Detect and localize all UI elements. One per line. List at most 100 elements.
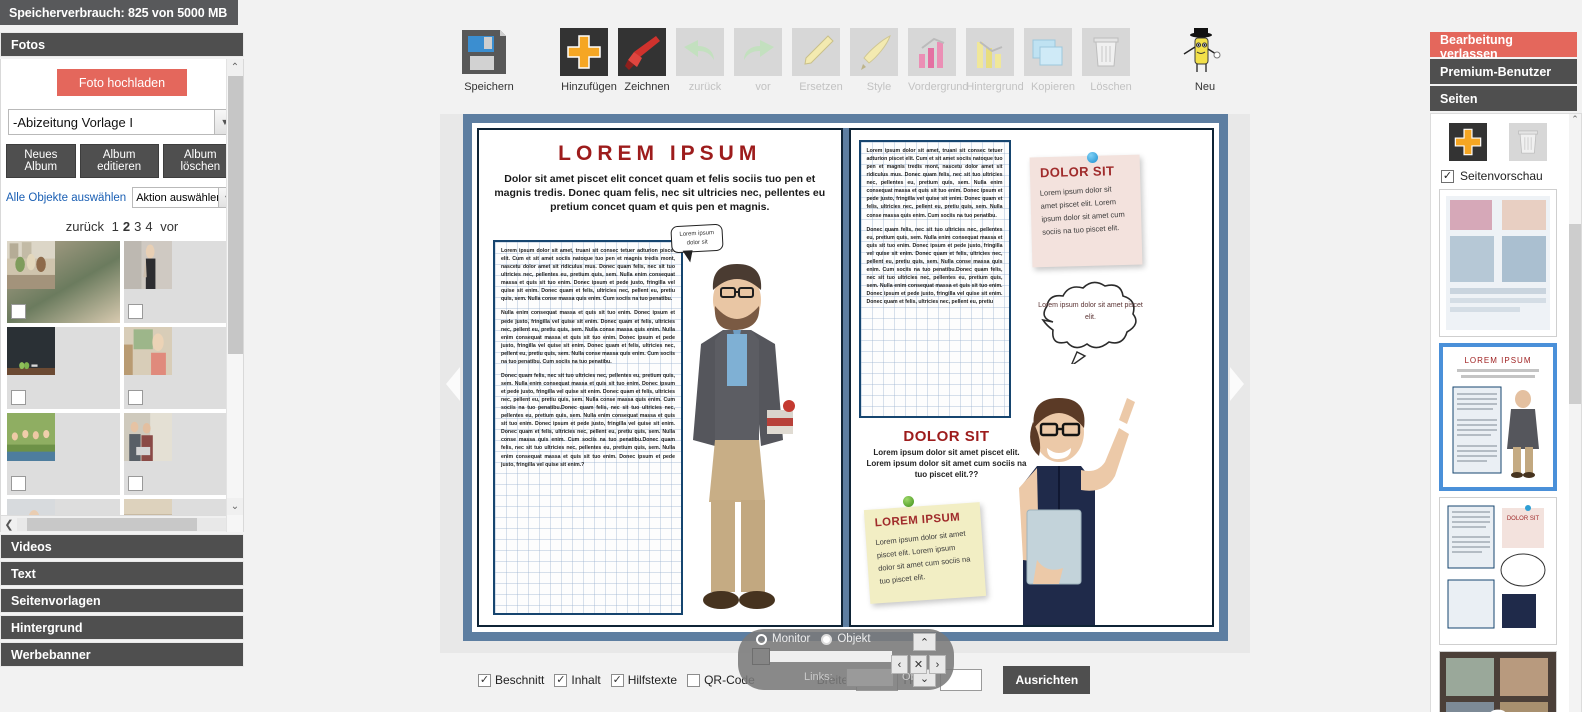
toolbar-button-zurueck[interactable]: zurück	[676, 28, 734, 93]
slider-track[interactable]	[770, 651, 892, 662]
photo-select-checkbox[interactable]	[128, 390, 143, 405]
left-value-field[interactable]	[846, 668, 894, 687]
radio-objekt[interactable]	[821, 633, 833, 645]
checkbox-inhalt[interactable]: ✓ Inhalt	[554, 673, 601, 687]
toolbar-button-ersetzen[interactable]: Ersetzen	[792, 28, 850, 93]
slider-handle[interactable]	[752, 648, 770, 665]
checkbox-beschnitt[interactable]: ✓ Beschnitt	[478, 673, 544, 687]
hscroll-track[interactable]	[17, 517, 227, 531]
photo-grid-horizontal-scrollbar[interactable]: ❮ ❯	[1, 515, 243, 532]
checkbox-inhalt-box[interactable]: ✓	[554, 673, 568, 687]
edit-album-button[interactable]: Album editieren	[79, 144, 159, 178]
nudge-left-button[interactable]: ‹	[891, 655, 908, 674]
toolbar-button-vordergrund[interactable]: Vordergrund	[908, 28, 969, 93]
nudge-center-button[interactable]: ✕	[910, 655, 927, 674]
photo-man-with-books[interactable]	[671, 260, 803, 622]
vscroll-thumb[interactable]	[228, 76, 243, 354]
woman-illustration	[1018, 398, 1135, 625]
photo-select-checkbox[interactable]	[11, 304, 26, 319]
page-thumbnail[interactable]: DOLOR SIT	[1439, 497, 1557, 645]
page-preview-checkbox-box[interactable]: ✓	[1441, 169, 1454, 183]
page-thumbnail[interactable]: 8	[1439, 651, 1557, 712]
pages-scroll-up-icon[interactable]: ⌃	[1569, 114, 1581, 127]
speech-bubble[interactable]: Lorem ipsum dolor sit	[670, 223, 724, 254]
pages-section-header[interactable]: Seiten	[1430, 86, 1577, 111]
canvas-page-right[interactable]: Lorem ipsum dolor sit amet, truani sit c…	[848, 128, 1214, 627]
delete-page-button[interactable]	[1509, 123, 1547, 161]
checkbox-qr-code-box[interactable]	[687, 673, 701, 687]
pager-page-3[interactable]: 3	[134, 219, 141, 234]
pages-vertical-scrollbar[interactable]: ⌃	[1569, 114, 1581, 712]
previous-spread-arrow-icon[interactable]	[446, 366, 460, 401]
pager-prev[interactable]: zurück	[66, 219, 104, 234]
leave-editing-button[interactable]: Bearbeitung verlassen	[1430, 32, 1577, 61]
photo-pager: zurück 1234 vor	[1, 219, 243, 234]
toolbar-button-loeschen[interactable]: Löschen	[1082, 28, 1140, 93]
scroll-down-arrow-icon[interactable]: ⌄	[227, 498, 243, 515]
new-album-button[interactable]: Neues Album	[6, 144, 76, 178]
add-page-button[interactable]	[1449, 123, 1487, 161]
photo-thumbnail[interactable]	[124, 241, 237, 323]
radio-monitor[interactable]	[756, 633, 767, 645]
checkbox-hilfstexte-box[interactable]: ✓	[610, 673, 624, 687]
photo-select-checkbox[interactable]	[11, 476, 26, 491]
toolbar-button-speichern[interactable]: Speichern	[460, 28, 518, 93]
upload-photo-button[interactable]: Foto hochladen	[57, 69, 187, 96]
select-all-objects-link[interactable]: Alle Objekte auswählen	[6, 192, 126, 204]
pink-sticky-note[interactable]: DOLOR SIT Lorem ipsum dolor sit amet pis…	[1029, 154, 1142, 268]
toolbar-button-zeichnen[interactable]: Zeichnen	[618, 28, 676, 93]
sidebar-section-hintergrund[interactable]: Hintergrund	[0, 615, 244, 640]
sidebar-section-werbebanner[interactable]: Werbebanner	[0, 642, 244, 667]
yellow-sticky-note[interactable]: LOREM IPSUM Lorem ipsum dolor sit amet p…	[863, 502, 986, 604]
pager-page-4[interactable]: 4	[145, 219, 152, 234]
checkbox-beschnitt-box[interactable]: ✓	[478, 673, 491, 687]
hscroll-thumb[interactable]	[27, 517, 197, 531]
photo-thumbnail[interactable]	[7, 413, 120, 495]
nudge-right-button[interactable]: ›	[929, 655, 946, 674]
right-page-text-object[interactable]: Lorem ipsum dolor sit amet, truani sit c…	[858, 140, 1011, 418]
page-preview-checkbox[interactable]: ✓ Seitenvorschau	[1431, 161, 1581, 183]
toolbar-button-hintergrund[interactable]: Hintergrund	[966, 28, 1024, 93]
toolbar-button-style[interactable]: Style	[850, 28, 908, 93]
photo-thumbnail[interactable]	[7, 327, 120, 409]
position-overlay-panel[interactable]: Monitor Objekt Links: Oben: ⌃ ⌄ ‹ ✕ ›	[738, 629, 954, 690]
checkbox-hilfstexte[interactable]: ✓ Hilfstexte	[610, 673, 677, 687]
page-spread-inner: LOREM IPSUM Dolor sit amet piscet elit c…	[472, 123, 1219, 632]
photo-select-checkbox[interactable]	[11, 390, 26, 405]
photo-select-checkbox[interactable]	[128, 304, 143, 319]
pager-page-2[interactable]: 2	[123, 219, 130, 234]
sidebar-section-fotos[interactable]: Fotos	[0, 32, 244, 57]
next-spread-arrow-icon[interactable]	[1230, 366, 1244, 401]
action-select[interactable]: Aktion auswählen	[132, 187, 238, 208]
page-thumbnail-selected[interactable]: LOREM IPSUM	[1439, 343, 1557, 491]
sidebar-section-seitenvorlagen[interactable]: Seitenvorlagen	[0, 588, 244, 613]
scroll-up-arrow-icon[interactable]: ⌃	[227, 59, 243, 76]
photo-select-checkbox[interactable]	[128, 476, 143, 491]
editor-canvas[interactable]: LOREM IPSUM Dolor sit amet piscet elit c…	[440, 114, 1250, 653]
premium-user-button[interactable]: Premium-Benutzer	[1430, 59, 1577, 84]
pages-scroll-thumb[interactable]	[1569, 224, 1581, 404]
scroll-left-arrow-icon[interactable]: ❮	[1, 518, 17, 531]
cloud-speech-bubble[interactable]: Lorem ipsum dolor sit amet piscet elit.	[1033, 280, 1149, 364]
photo-thumbnail[interactable]	[7, 241, 120, 323]
canvas-page-left[interactable]: LOREM IPSUM Dolor sit amet piscet elit c…	[477, 128, 843, 627]
toolbar-button-vor[interactable]: vor	[734, 28, 792, 93]
album-select[interactable]: -Abizeitung Vorlage I	[8, 109, 236, 135]
toolbar-button-kopieren[interactable]: Kopieren	[1024, 28, 1082, 93]
page-thumbnail[interactable]	[1439, 189, 1557, 337]
toolbar-button-hinzufuegen[interactable]: Hinzufügen	[560, 28, 618, 93]
align-button[interactable]: Ausrichten	[1003, 666, 1091, 694]
sidebar-section-text[interactable]: Text	[0, 561, 244, 586]
photo-thumbnail[interactable]	[124, 413, 237, 495]
toolbar-button-neu[interactable]: Neu	[1176, 28, 1234, 93]
photo-grid-vertical-scrollbar[interactable]: ⌃ ⌄	[226, 59, 243, 532]
right-page-text-column: Lorem ipsum dolor sit amet, truani sit c…	[867, 147, 1003, 306]
photo-woman-pointing[interactable]	[997, 392, 1151, 625]
pager-page-1[interactable]: 1	[112, 219, 119, 234]
sidebar-section-videos[interactable]: Videos	[0, 534, 244, 559]
pager-next[interactable]: vor	[160, 219, 178, 234]
photo-thumbnail[interactable]	[124, 327, 237, 409]
left-page-text-object[interactable]: Lorem ipsum dolor sit amet, truani sit c…	[493, 240, 683, 615]
thumbnail-number: 8	[1486, 701, 1510, 712]
nudge-up-button[interactable]: ⌃	[913, 633, 936, 651]
